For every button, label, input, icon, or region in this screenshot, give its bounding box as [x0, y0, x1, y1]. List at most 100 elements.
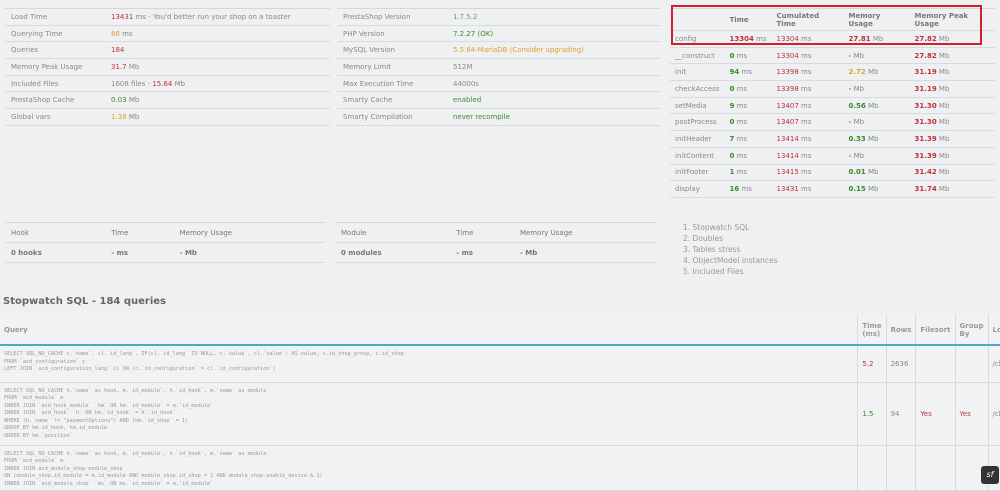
environment-table: PrestaShop Version 1.7.5.2 PHP Version 7.2.…: [337, 8, 660, 126]
step-name: __construct: [670, 47, 725, 65]
step-cumulated-value: 13407: [776, 118, 799, 127]
section-nav-list: 1. Stopwatch SQL 2. Doubles 3. Tables st…: [683, 222, 778, 277]
summary-value: 31.7: [111, 62, 127, 71]
step-time: 94 ms: [724, 63, 772, 82]
step-peak-value: 31.42: [914, 168, 937, 177]
step-peak-value: 31.30: [914, 101, 937, 110]
unit: Mb: [865, 185, 879, 194]
step-cumulated: 13398 ms: [771, 63, 844, 82]
summary-label: PrestaShop Cache: [5, 91, 105, 110]
step-peak-value: 31.19: [914, 68, 937, 77]
step-peak-value: 31.19: [914, 84, 937, 93]
env-value: 5.5.64-MariaDB (Consider upgrading): [447, 41, 660, 60]
modules-count: 0 modules: [335, 242, 451, 263]
step-memory: 0.01 Mb: [843, 164, 910, 182]
step-memory: - Mb: [843, 47, 910, 65]
sql-rows: 94: [886, 382, 917, 446]
sql-rows: 2636: [886, 345, 917, 383]
unit: ms: [739, 68, 752, 77]
summary-prefix: 1608 files -: [111, 79, 153, 88]
step-peak-value: 31.30: [914, 118, 937, 127]
env-value: 44000s: [447, 75, 660, 93]
env-label: Max Execution Time: [337, 75, 447, 93]
step-peak-value: 27.82: [914, 51, 937, 60]
unit: ms: [798, 185, 812, 194]
unit: ms: [734, 134, 748, 143]
col-memory: Memory Usage: [513, 222, 655, 243]
col-hook: Hook: [5, 222, 106, 243]
env-label: MySQL Version: [337, 41, 447, 60]
summary-suffix: Mb: [172, 79, 186, 88]
nav-link-doubles[interactable]: 2. Doubles: [683, 233, 778, 244]
unit: Mb: [936, 134, 950, 143]
step-name: initFooter: [670, 164, 725, 182]
step-time: 9 ms: [724, 97, 772, 115]
step-peak: 31.74 Mb: [909, 180, 995, 198]
unit: ms: [798, 51, 812, 60]
step-time: 0 ms: [724, 113, 772, 132]
environment-row: PHP Version 7.2.27 (OK): [337, 25, 660, 43]
summary-label: Load Time: [5, 8, 105, 26]
unit: ms: [739, 185, 752, 194]
step-cumulated: 13407 ms: [771, 97, 844, 115]
nav-link-tables-stress[interactable]: 3. Tables stress: [683, 244, 778, 255]
sql-filesort: Yes: [915, 382, 956, 446]
step-cumulated-value: 13398: [776, 68, 799, 77]
summary-row: Included Files 1608 files - 15.64 Mb: [5, 75, 330, 93]
step-memory: - Mb: [843, 80, 910, 98]
nav-link-included-files[interactable]: 5. Included Files: [683, 266, 778, 277]
step-memory: 0.15 Mb: [843, 180, 910, 198]
step-cumulated-value: 13414: [776, 134, 799, 143]
unit: Mb: [865, 168, 879, 177]
summary-value-cell: 31.7 Mb: [105, 58, 330, 76]
hooks-count: 0 hooks: [5, 242, 106, 263]
summary-table: Load Time 13431 ms - You'd better run you…: [5, 8, 330, 126]
unit: Mb: [936, 168, 950, 177]
step-cumulated-value: 13431: [776, 185, 799, 194]
step-cumulated: 13414 ms: [771, 130, 844, 148]
step-time-value: 94: [729, 68, 740, 77]
summary-value-cell: 1.38 Mb: [105, 108, 330, 126]
sql-groupby: [955, 345, 989, 383]
summary-value: 66: [111, 29, 120, 38]
summary-row: Load Time 13431 ms - You'd better run you…: [5, 8, 330, 26]
step-memory: 0.56 Mb: [843, 97, 910, 115]
symfony-icon[interactable]: sf: [981, 466, 999, 484]
nav-link-stopwatch-sql[interactable]: 1. Stopwatch SQL: [683, 222, 778, 233]
step-cumulated-value: 13414: [776, 151, 799, 160]
step-cumulated: 13398 ms: [771, 80, 844, 98]
col-memory: Memory Usage: [173, 222, 325, 243]
step-memory: - Mb: [843, 147, 910, 165]
highlight-box: [671, 5, 982, 45]
unit: Mb: [865, 134, 879, 143]
sql-query: SELECT SQL_NO_CACHE h.`name` as hook, m.…: [0, 382, 859, 446]
environment-row: Memory Limit 512M: [337, 58, 660, 76]
unit: ms: [734, 118, 748, 127]
environment-row: Max Execution Time 44000s: [337, 75, 660, 93]
step-time: 1 ms: [724, 164, 772, 182]
summary-value: 1.38: [111, 112, 127, 121]
summary-suffix: Mb: [126, 62, 140, 71]
hooks-memory: - Mb: [173, 242, 325, 263]
col-time: Time: [105, 222, 174, 243]
summary-row: Querying Time 66 ms: [5, 25, 330, 43]
summary-label: Included Files: [5, 75, 105, 93]
unit: Mb: [936, 185, 950, 194]
summary-value-cell: 184: [105, 41, 330, 60]
unit: Mb: [865, 101, 879, 110]
summary-row: PrestaShop Cache 0.03 Mb: [5, 91, 330, 110]
env-label: Memory Limit: [337, 58, 447, 76]
step-name: display: [670, 180, 725, 198]
unit: ms: [798, 84, 812, 93]
sql-filesort: [915, 345, 956, 383]
unit: Mb: [851, 84, 865, 93]
unit: Mb: [865, 68, 879, 77]
step-peak-value: 31.74: [914, 185, 937, 194]
environment-row: PrestaShop Version 1.7.5.2: [337, 8, 660, 26]
step-peak: 31.19 Mb: [909, 80, 995, 98]
env-label: Smarty Compilation: [337, 108, 447, 126]
nav-link-objectmodel[interactable]: 4. ObjectModel instances: [683, 255, 778, 266]
step-peak-value: 31.39: [914, 151, 937, 160]
step-cumulated-value: 13415: [776, 168, 799, 177]
sql-time: 1.5: [857, 382, 887, 446]
